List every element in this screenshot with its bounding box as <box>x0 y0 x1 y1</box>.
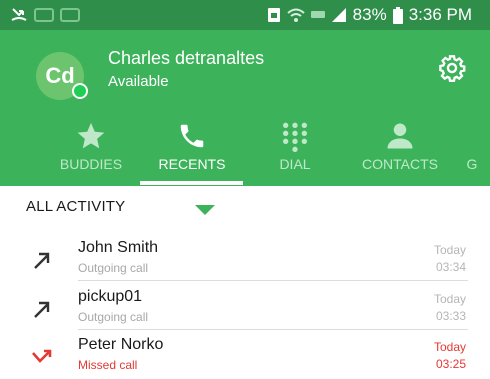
tab-label: CONTACTS <box>362 156 438 172</box>
activity-filter[interactable]: ALL ACTIVITY <box>26 198 125 215</box>
call-date: Today <box>433 340 466 354</box>
divider <box>78 280 468 281</box>
missed-call-icon <box>32 349 52 363</box>
user-status[interactable]: Available <box>108 73 169 90</box>
tab-buddies[interactable]: BUDDIES <box>36 116 146 186</box>
tab-label: BUDDIES <box>59 156 123 172</box>
outgoing-call-icon <box>34 301 50 318</box>
caller-name: pickup01 <box>78 288 143 305</box>
call-time: 03:25 <box>435 357 466 371</box>
tab-overflow[interactable]: G <box>452 116 490 186</box>
tab-label: RECENTS <box>158 156 226 172</box>
tab-contacts[interactable]: CONTACTS <box>345 116 455 186</box>
caller-name: Peter Norko <box>78 336 164 353</box>
call-date: Today <box>433 243 466 257</box>
person-icon <box>387 123 413 149</box>
phone-icon <box>180 124 204 148</box>
star-icon <box>77 122 105 149</box>
tab-dial[interactable]: DIAL <box>240 116 350 186</box>
lte-icon <box>310 11 325 18</box>
missed-call-icon <box>11 8 27 21</box>
call-type: Outgoing call <box>78 261 149 275</box>
battery-percent: 83% <box>352 5 387 24</box>
battery-icon <box>392 6 403 24</box>
notification-icon <box>60 8 80 22</box>
active-tab-indicator <box>140 181 243 185</box>
call-row[interactable]: John Smith Outgoing call Today 03:34 <box>0 234 490 282</box>
call-time: 03:33 <box>435 309 466 323</box>
call-type: Outgoing call <box>78 310 149 324</box>
clock: 3:36 PM <box>408 5 472 24</box>
wifi-icon <box>286 8 305 22</box>
status-right: 83% 3:36 PM <box>267 5 472 25</box>
call-row[interactable]: Peter Norko Missed call Today 03:25 <box>0 331 490 379</box>
status-left <box>10 6 80 24</box>
gear-icon[interactable] <box>438 54 466 82</box>
call-row[interactable]: pickup01 Outgoing call Today 03:33 <box>0 283 490 331</box>
dropdown-arrow-icon[interactable] <box>195 205 215 215</box>
sim-icon <box>267 8 280 22</box>
user-name: Charles detranaltes <box>108 48 265 68</box>
call-type: Missed call <box>78 358 138 372</box>
caller-name: John Smith <box>78 239 159 256</box>
avatar-initials: Cd <box>45 63 75 88</box>
tab-recents[interactable]: RECENTS <box>137 116 247 186</box>
presence-indicator <box>72 83 88 99</box>
app-header: Cd Charles detranaltes Available BUDDIES… <box>0 30 490 186</box>
call-date: Today <box>433 292 466 306</box>
call-time: 03:34 <box>435 260 466 274</box>
tab-label: G <box>466 156 478 172</box>
outgoing-call-icon <box>34 252 50 269</box>
divider <box>78 329 468 330</box>
notification-icon <box>34 8 54 22</box>
tab-label: DIAL <box>279 156 311 172</box>
signal-icon <box>331 8 346 22</box>
dialpad-icon <box>283 122 307 152</box>
status-bar: 83% 3:36 PM <box>0 0 490 30</box>
